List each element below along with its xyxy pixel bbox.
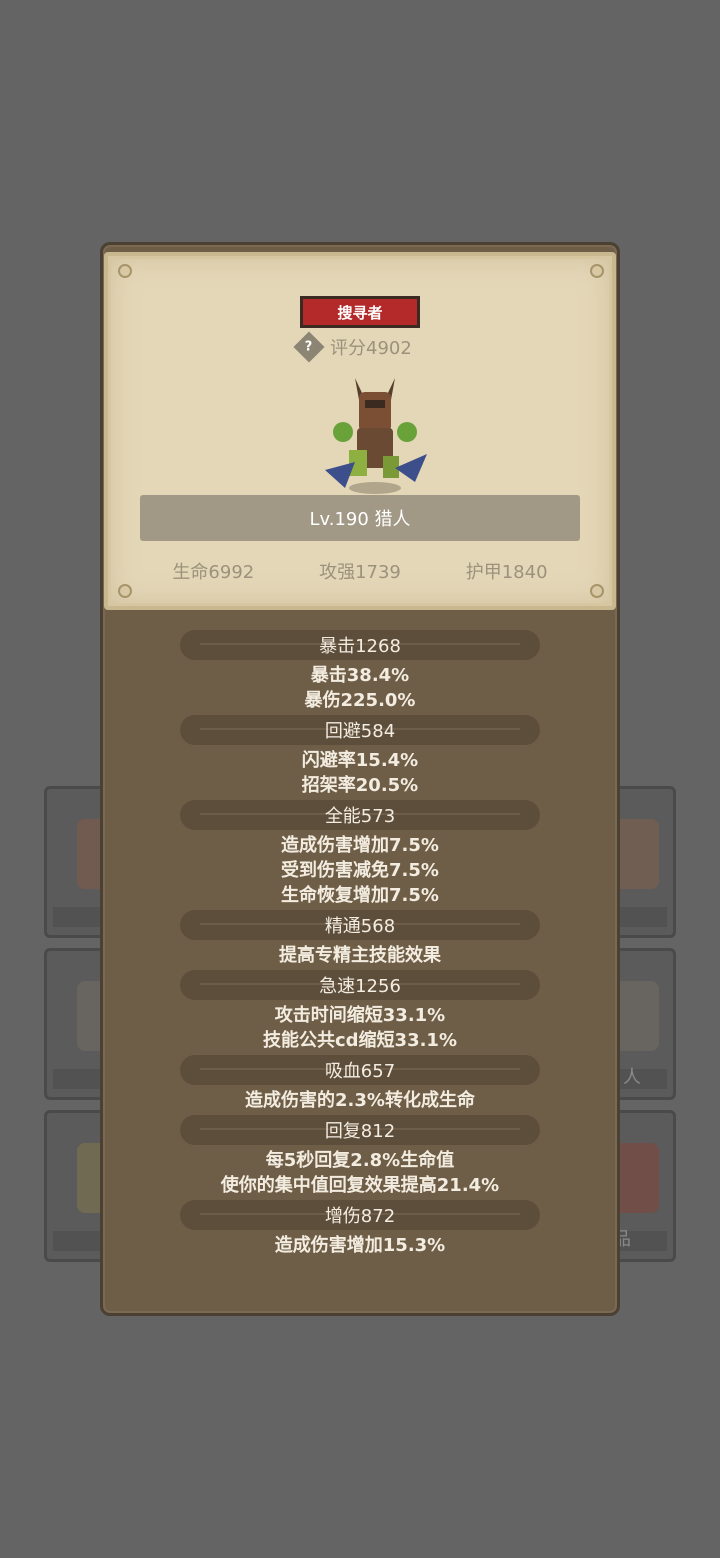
- stat-detail: 暴击38.4%: [310, 665, 410, 686]
- corner-rivet: [118, 584, 132, 598]
- stat-detail: 招架率20.5%: [301, 775, 419, 796]
- hunter-hero-sprite: [325, 378, 427, 494]
- corner-rivet: [590, 264, 604, 278]
- stat-group-versatility: 全能573 造成伤害增加7.5% 受到伤害减免7.5% 生命恢复增加7.5%: [170, 800, 550, 908]
- stat-detail: 闪避率15.4%: [301, 750, 419, 771]
- stat-group-crit: 暴击1268 暴击38.4% 暴伤225.0%: [170, 630, 550, 713]
- stat-detail: 暴伤225.0%: [304, 690, 416, 711]
- stat-detail: 造成伤害增加15.3%: [274, 1235, 446, 1256]
- corner-rivet: [118, 264, 132, 278]
- stat-group-haste: 急速1256 攻击时间缩短33.1% 技能公共cd缩短33.1%: [170, 970, 550, 1053]
- stat-group-leech: 吸血657 造成伤害的2.3%转化成生命: [170, 1055, 550, 1113]
- base-stat-armor: 护甲1840: [465, 562, 548, 583]
- stat-detail: 每5秒回复2.8%生命值: [265, 1150, 455, 1171]
- score-row: ? 评分4902: [293, 331, 412, 363]
- stat-detail: 使你的集中值回复效果提高21.4%: [220, 1175, 500, 1196]
- stat-header: 增伤872: [180, 1200, 540, 1230]
- help-icon[interactable]: ?: [293, 331, 325, 363]
- stat-header: 回复812: [180, 1115, 540, 1145]
- stat-header: 全能573: [180, 800, 540, 830]
- stat-group-damage-bonus: 增伤872 造成伤害增加15.3%: [170, 1200, 550, 1258]
- stat-detail: 攻击时间缩短33.1%: [274, 1005, 446, 1026]
- stat-detail: 技能公共cd缩短33.1%: [262, 1030, 457, 1051]
- stat-detail: 造成伤害增加7.5%: [281, 835, 439, 856]
- corner-rivet: [590, 584, 604, 598]
- stat-header: 吸血657: [180, 1055, 540, 1085]
- background-card-label: 人: [623, 1067, 641, 1088]
- stat-group-regen: 回复812 每5秒回复2.8%生命值 使你的集中值回复效果提高21.4%: [170, 1115, 550, 1198]
- stat-detail: 生命恢复增加7.5%: [281, 885, 439, 906]
- stat-group-dodge: 回避584 闪避率15.4% 招架率20.5%: [170, 715, 550, 798]
- base-stat-attack-power: 攻强1739: [319, 562, 401, 583]
- stat-header: 回避584: [180, 715, 540, 745]
- base-stats-row: 生命6992 攻强1739 护甲1840: [140, 558, 580, 584]
- stat-detail: 受到伤害减免7.5%: [281, 860, 439, 881]
- secondary-stats-list: 暴击1268 暴击38.4% 暴伤225.0% 回避584 闪避率15.4% 招…: [170, 630, 550, 1260]
- base-stat-hp: 生命6992: [172, 562, 255, 583]
- hero-class-badge: 搜寻者: [300, 296, 420, 328]
- hero-name-level: Lv.190 猎人: [140, 495, 580, 541]
- stat-group-mastery: 精通568 提高专精主技能效果: [170, 910, 550, 968]
- stat-header: 精通568: [180, 910, 540, 940]
- score-text: 评分4902: [330, 338, 412, 359]
- stat-header: 急速1256: [180, 970, 540, 1000]
- stat-detail: 造成伤害的2.3%转化成生命: [245, 1090, 475, 1111]
- stat-detail: 提高专精主技能效果: [279, 945, 441, 966]
- stat-header: 暴击1268: [180, 630, 540, 660]
